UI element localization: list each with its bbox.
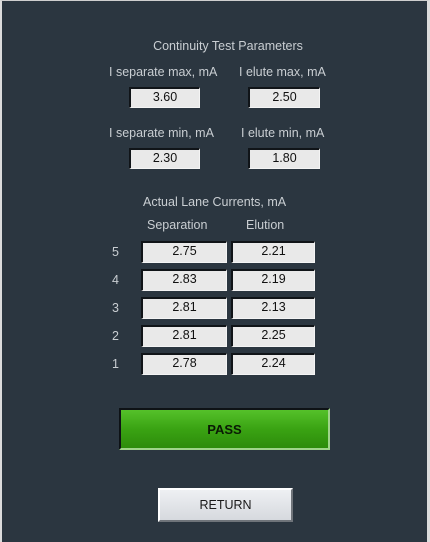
separation-current-field[interactable]: 2.83 — [141, 269, 227, 291]
elution-current-field[interactable]: 2.25 — [231, 325, 315, 347]
separation-current-field[interactable]: 2.78 — [141, 353, 227, 375]
elution-current-field[interactable]: 2.13 — [231, 297, 315, 319]
lane-number: 3 — [112, 301, 119, 315]
currents-title: Actual Lane Currents, mA — [143, 195, 287, 209]
elution-current-field[interactable]: 2.24 — [231, 353, 315, 375]
lane-number: 1 — [112, 357, 119, 371]
lane-number: 5 — [112, 245, 119, 259]
sep-min-field[interactable]: 2.30 — [129, 148, 200, 169]
elute-max-label: I elute max, mA — [239, 65, 326, 79]
elution-current-field[interactable]: 2.21 — [231, 241, 315, 263]
elute-min-field[interactable]: 1.80 — [248, 148, 320, 169]
params-title: Continuity Test Parameters — [153, 39, 303, 53]
separation-current-field[interactable]: 2.81 — [141, 297, 227, 319]
sep-min-label: I separate min, mA — [109, 126, 214, 140]
lane-number: 2 — [112, 329, 119, 343]
separation-current-field[interactable]: 2.81 — [141, 325, 227, 347]
elute-max-field[interactable]: 2.50 — [248, 87, 320, 108]
col-elution-header: Elution — [246, 218, 285, 232]
elute-min-label: I elute min, mA — [241, 126, 325, 140]
sep-max-field[interactable]: 3.60 — [129, 87, 200, 108]
return-button[interactable]: RETURN — [158, 488, 293, 522]
pass-status-label: PASS — [207, 421, 242, 437]
elution-current-field[interactable]: 2.19 — [231, 269, 315, 291]
return-button-label: RETURN — [199, 498, 252, 512]
pass-status-indicator: PASS — [119, 408, 330, 450]
lane-number: 4 — [112, 273, 119, 287]
col-separation-header: Separation — [147, 218, 208, 232]
continuity-test-window: Continuity Test Parameters I separate ma… — [0, 0, 430, 542]
sep-max-label: I separate max, mA — [109, 65, 218, 79]
separation-current-field[interactable]: 2.75 — [141, 241, 227, 263]
